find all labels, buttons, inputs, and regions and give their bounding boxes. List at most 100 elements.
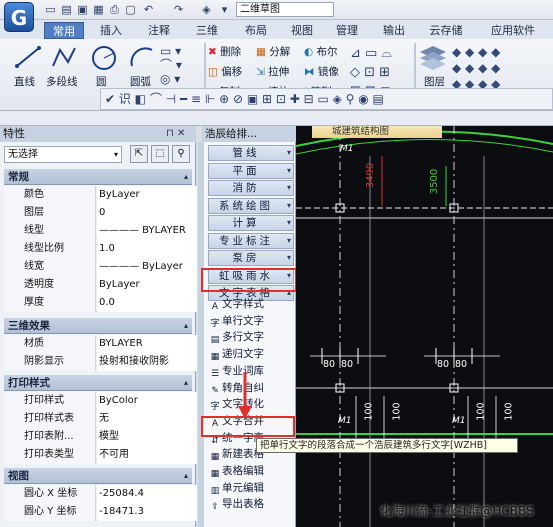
general-row[interactable]: 透明度 ByLayer: [4, 276, 197, 294]
property-value[interactable]: ByLayer: [97, 186, 197, 204]
offset-button[interactable]: ◫ 偏移: [208, 64, 242, 79]
palette-item[interactable]: 字文字转化: [209, 396, 295, 412]
palette-item[interactable]: ▦ 递归文字: [209, 346, 295, 362]
property-value[interactable]: ———— BYLAYER: [97, 222, 197, 240]
property-value[interactable]: 不可用: [97, 446, 197, 464]
palette-category[interactable]: 专业标注 ▾: [208, 232, 294, 249]
arc-icon[interactable]: [128, 44, 156, 72]
palette-item[interactable]: ☰ 专业词库: [209, 363, 295, 379]
palette-category[interactable]: 消防 ▾: [208, 180, 294, 196]
dropdown-icon[interactable]: ▾: [218, 3, 231, 16]
property-value[interactable]: ByColor: [97, 392, 197, 410]
palette-item[interactable]: ✎ 转角自纠: [209, 380, 295, 396]
tab-manage[interactable]: 管理: [326, 22, 368, 39]
property-value[interactable]: 1.0: [97, 240, 197, 258]
drawing-canvas[interactable]: 城建筑结构图 3490 3500 80 80 80 80 100 100 100…: [296, 126, 553, 527]
erase-button[interactable]: ✖ 删除: [208, 44, 241, 59]
property-value[interactable]: ByLayer: [97, 276, 197, 294]
mirror-button[interactable]: ⧓ 镜像: [304, 64, 339, 79]
print-icon[interactable]: ⎙: [108, 3, 121, 16]
palette-item[interactable]: ▤ 多行文字: [209, 329, 295, 345]
tab-output[interactable]: 输出: [372, 22, 416, 39]
property-value[interactable]: 投射和接收阴影: [97, 353, 197, 371]
polyline-button[interactable]: 多段线: [46, 74, 78, 89]
layer-tools-grid[interactable]: ◆ ◆ ◆ ◆ ◆ ◆ ◆ ◆ ◆ ◆ ◆ ◆: [452, 44, 552, 94]
general-row[interactable]: 颜色 ByLayer: [4, 186, 197, 204]
palette-category[interactable]: 平面 ▾: [208, 162, 294, 179]
general-row[interactable]: 线型 ———— BYLAYER: [4, 222, 197, 240]
layer-button[interactable]: 图层: [424, 74, 445, 89]
boolean-button[interactable]: ◐ 布尔: [304, 44, 338, 59]
tab-view[interactable]: 视图: [282, 22, 322, 39]
palette-item[interactable]: ▥ 单元编辑: [209, 480, 295, 496]
tab-annotate[interactable]: 注释: [138, 22, 180, 39]
tab-cloud[interactable]: 云存储: [420, 22, 472, 39]
save-as-icon[interactable]: ▦: [92, 3, 105, 16]
palette-category[interactable]: 计算 ▾: [208, 215, 294, 231]
select-objects-button[interactable]: ⬚: [151, 145, 169, 163]
palette-item[interactable]: ⇪ 导出表格: [209, 496, 295, 512]
section-3d-effects[interactable]: 三维效果 ▴: [4, 318, 192, 334]
tab-apps[interactable]: 应用软件: [478, 22, 548, 39]
workspace-icon[interactable]: ◈: [200, 3, 213, 16]
view-row[interactable]: 圆心 Y 坐标 -18471.3: [4, 503, 197, 521]
tab-3d[interactable]: 三维: [184, 22, 230, 39]
section-general[interactable]: 常规 ▴: [4, 169, 192, 185]
circle-icon[interactable]: [90, 44, 118, 72]
palette-item[interactable]: A 文字样式: [209, 296, 295, 312]
threed-row[interactable]: 材质 BYLAYER: [4, 335, 197, 353]
undo-icon[interactable]: ↶: [142, 3, 155, 16]
stretch-button[interactable]: ⇲ 拉伸: [256, 64, 289, 79]
panel-pin-close-icon[interactable]: ⊓ ✕: [166, 126, 185, 142]
property-value[interactable]: ———— ByLayer: [97, 258, 197, 276]
plot-row[interactable]: 打印样式表无: [4, 410, 197, 428]
polyline-icon[interactable]: [50, 44, 78, 70]
property-value[interactable]: BYLAYER: [97, 335, 197, 353]
print-preview-icon[interactable]: ▢: [124, 3, 137, 16]
tab-layout[interactable]: 布局: [234, 22, 278, 39]
line-icon[interactable]: [14, 44, 42, 70]
property-value[interactable]: 无: [97, 410, 197, 428]
palette-scroll-strip[interactable]: [198, 142, 204, 527]
plot-row[interactable]: 打印表类型 不可用: [4, 446, 197, 464]
general-row[interactable]: 线型比例 1.0: [4, 240, 197, 258]
palette-category[interactable]: 泵房 ▾: [208, 250, 294, 266]
arc-button[interactable]: 圆弧: [130, 74, 151, 89]
general-row[interactable]: 厚度 0.0: [4, 294, 197, 312]
section-view[interactable]: 视图 ▴: [4, 468, 192, 484]
palette-category[interactable]: 管线 ▾: [208, 145, 294, 161]
section-plot-style[interactable]: 打印样式 ▴: [4, 375, 192, 391]
draw-tools-grid[interactable]: ▭ ▾ ⌒ ▾ ◎ ▾: [160, 44, 196, 90]
redo-icon[interactable]: ↷: [172, 3, 185, 16]
selection-dropdown[interactable]: 无选择 ▾: [4, 146, 122, 163]
tab-insert[interactable]: 插入: [88, 22, 134, 39]
property-value[interactable]: -18471.3: [97, 503, 197, 521]
open-folder-icon[interactable]: ▤: [60, 3, 73, 16]
property-value[interactable]: 模型: [97, 428, 197, 446]
palette-category[interactable]: 系统绘图 ▾: [208, 197, 294, 214]
app-logo[interactable]: G: [4, 2, 34, 32]
circle-button[interactable]: 圆: [96, 74, 107, 89]
layer-stack-icon[interactable]: [418, 44, 448, 72]
drawing-name-field[interactable]: 二维草图: [236, 2, 334, 17]
plot-row[interactable]: 打印样式 ByColor: [4, 392, 197, 410]
quick-select-button[interactable]: ⚲: [172, 145, 190, 163]
toggle-pickadd-button[interactable]: ⇱: [130, 145, 148, 163]
property-value[interactable]: -25084.4: [97, 485, 197, 503]
line-button[interactable]: 直线: [14, 74, 35, 89]
general-row[interactable]: 图层 0: [4, 204, 197, 222]
quick-tools-strip[interactable]: ✔ 识 ◧ ⌒ ⊣ ━ ≡ ⊩ ⊕ ⊘ ▣ ⊞ ⊡ ✚ ⊟ ▭ ◈ ⚲ ◉ ▤: [100, 88, 553, 110]
plot-row[interactable]: 打印表附... 模型: [4, 428, 197, 446]
general-row[interactable]: 线宽 ———— ByLayer: [4, 258, 197, 276]
palette-item[interactable]: 字单行文字: [209, 313, 295, 329]
new-file-icon[interactable]: ▭: [44, 3, 57, 16]
tab-home[interactable]: 常用: [44, 22, 84, 39]
drawing-tab[interactable]: 城建筑结构图: [312, 126, 442, 138]
property-value[interactable]: 0.0: [97, 294, 197, 312]
threed-row[interactable]: 阴影显示 投射和接收阴影: [4, 353, 197, 371]
palette-item[interactable]: ▦ 表格编辑: [209, 463, 295, 479]
view-row[interactable]: 圆心 X 坐标 -25084.4: [4, 485, 197, 503]
save-icon[interactable]: ▣: [76, 3, 89, 16]
property-value[interactable]: 0: [97, 204, 197, 222]
explode-button[interactable]: ▦ 分解: [256, 44, 290, 59]
